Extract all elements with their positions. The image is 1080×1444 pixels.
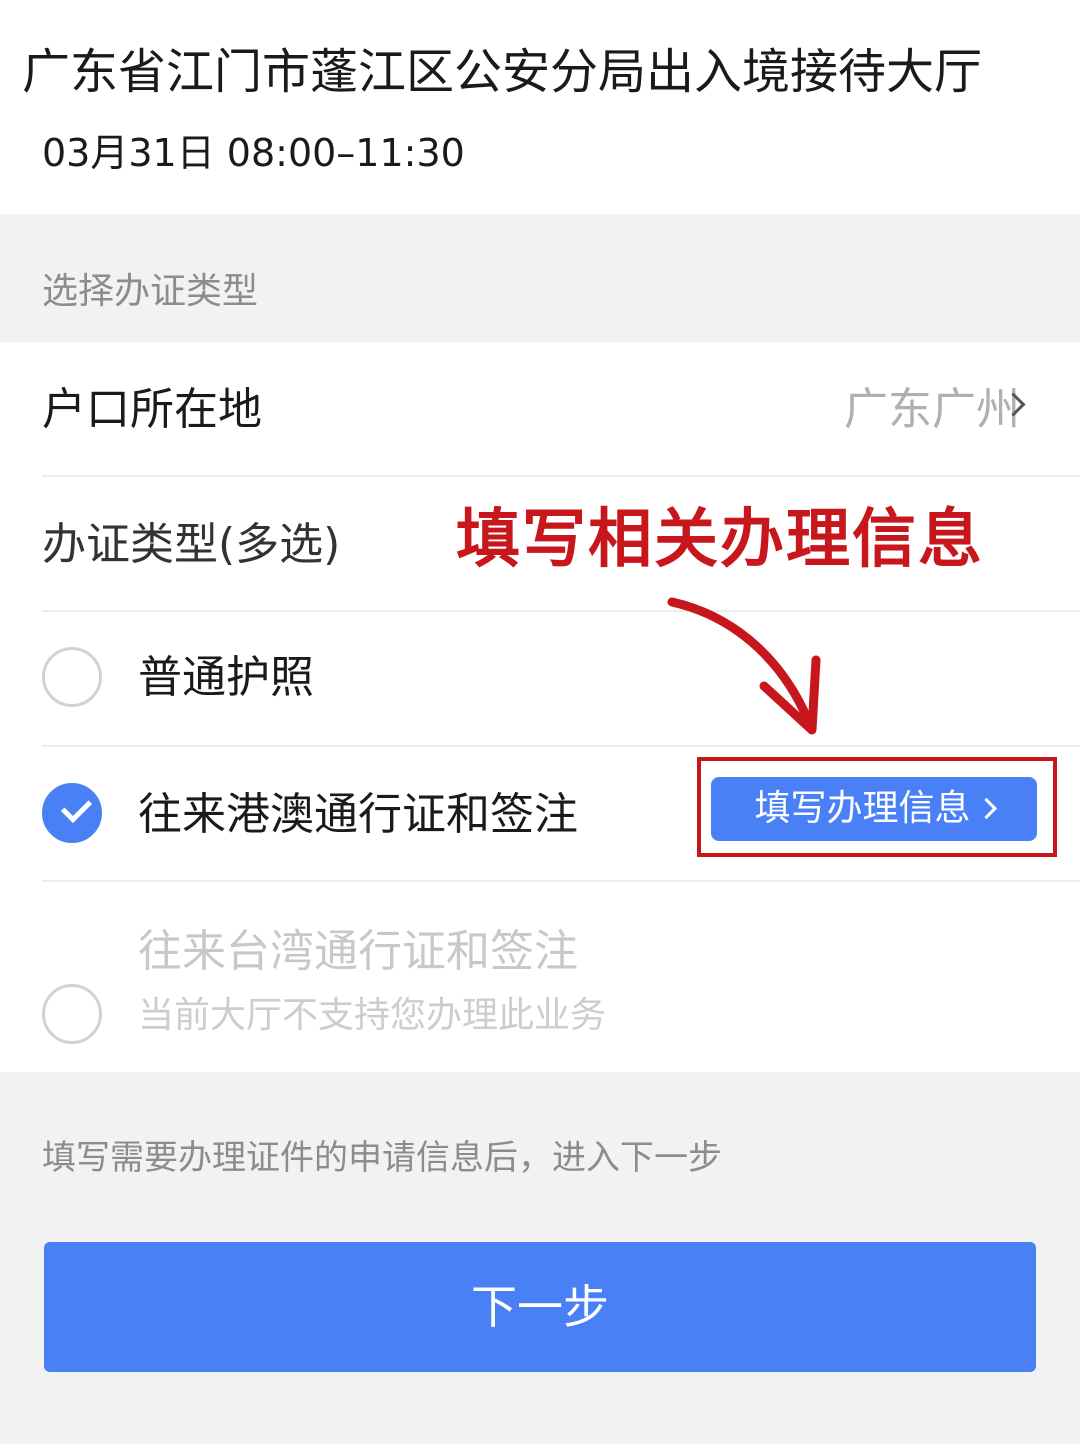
annotation-text: 填写相关办理信息 — [456, 503, 984, 577]
option-hk-macau-permit[interactable]: 往来港澳通行证和签注 填写办理信息 — [42, 747, 1080, 882]
hall-name: 广东省江门市蓬江区公安分局出入境接待大厅 — [22, 44, 983, 100]
header: 广东省江门市蓬江区公安分局出入境接待大厅 03月31日 08:00–11:30 — [0, 0, 1080, 214]
next-step-button[interactable]: 下一步 — [44, 1242, 1036, 1372]
annotation-arrow-icon — [667, 597, 821, 735]
location-label: 户口所在地 — [42, 384, 262, 435]
option-label-disabled: 往来台湾通行证和签注 — [138, 926, 578, 977]
option-passport[interactable]: 普通护照 — [42, 612, 1080, 747]
location-value: 广东广州 — [844, 384, 1020, 435]
appointment-time: 03月31日 08:00–11:30 — [42, 131, 465, 175]
section-label: 选择办证类型 — [42, 271, 259, 312]
option-label: 往来港澳通行证和签注 — [138, 789, 578, 840]
form-card: 户口所在地 广东广州 办证类型(多选) 填写相关办理信息 普通护照 往来港澳通行… — [0, 342, 1080, 1072]
type-row: 办证类型(多选) 填写相关办理信息 — [42, 477, 1080, 612]
type-label: 办证类型(多选) — [42, 519, 341, 570]
option-label: 普通护照 — [138, 652, 314, 703]
fill-info-button[interactable]: 填写办理信息 — [711, 777, 1037, 841]
chevron-right-icon — [975, 797, 997, 820]
fill-info-label: 填写办理信息 — [754, 788, 971, 829]
radio-checked-icon[interactable] — [42, 783, 102, 843]
location-row[interactable]: 户口所在地 广东广州 — [42, 342, 1080, 477]
option-unavailable-note: 当前大厅不支持您办理此业务 — [138, 995, 607, 1036]
radio-unchecked-icon[interactable] — [42, 647, 102, 707]
radio-disabled-icon — [42, 984, 102, 1044]
option-taiwan-permit: 往来台湾通行证和签注 当前大厅不支持您办理此业务 — [42, 882, 1080, 1072]
hint-text: 填写需要办理证件的申请信息后，进入下一步 — [42, 1138, 722, 1178]
